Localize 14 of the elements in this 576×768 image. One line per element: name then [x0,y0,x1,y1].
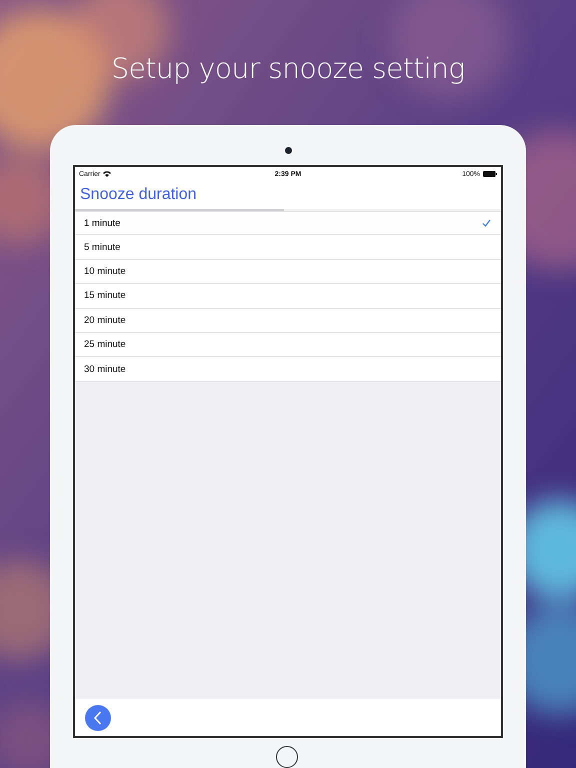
battery-icon [483,171,497,177]
camera-dot [284,147,292,154]
nav-title: Snooze duration [80,186,197,204]
option-row[interactable]: 5 minute [75,235,501,260]
option-row[interactable]: 15 minute [75,284,501,309]
wifi-icon [103,171,112,177]
checkmark-icon [482,219,491,228]
option-row[interactable]: 20 minute [75,308,501,333]
chevron-left-icon [93,710,103,724]
option-row[interactable]: 25 minute [75,332,501,358]
option-row[interactable]: 10 minute [75,260,501,284]
back-button[interactable] [85,704,111,730]
headline: Setup your snooze setting [111,52,465,85]
option-row[interactable]: 1 minute [75,211,501,236]
